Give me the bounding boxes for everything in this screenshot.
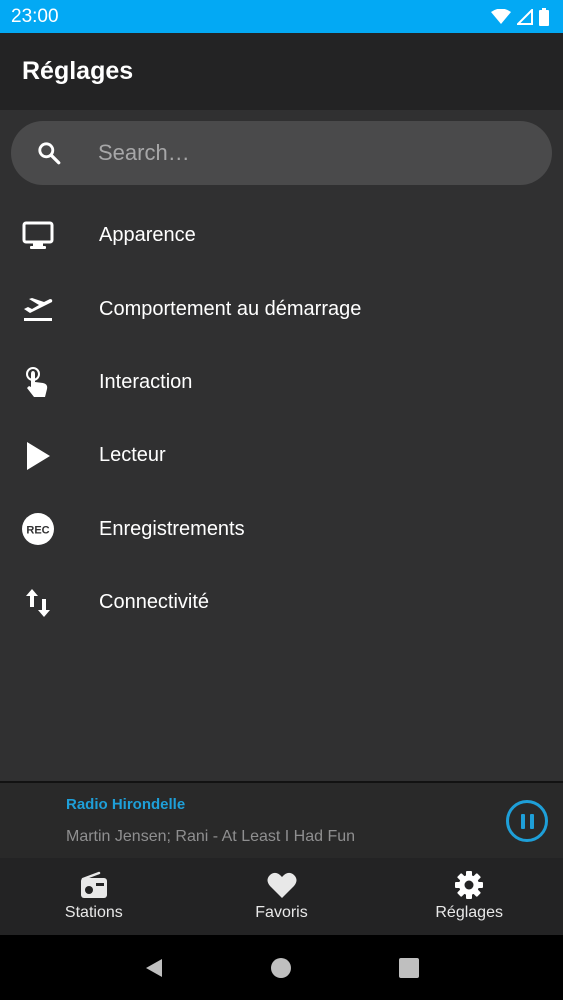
settings-menu: Apparence Comportement au démarrage Inte… (0, 199, 563, 639)
flight-takeoff-icon (24, 298, 53, 322)
recents-square-icon (399, 957, 420, 978)
menu-item-lecteur[interactable]: Lecteur (0, 419, 563, 492)
nav-item-favoris[interactable]: Favoris (188, 858, 376, 935)
nav-item-reglages[interactable]: Réglages (375, 858, 563, 935)
mini-player[interactable]: Radio Hirondelle Martin Jensen; Rani - A… (0, 783, 563, 858)
system-back-button[interactable] (134, 948, 174, 988)
touch-app-icon (26, 367, 48, 398)
menu-icon-wrap (0, 436, 76, 476)
app-bar: Réglages (0, 33, 563, 110)
menu-icon-wrap (0, 362, 76, 402)
station-name: Radio Hirondelle (66, 796, 186, 813)
menu-item-label: Comportement au démarrage (99, 297, 362, 320)
nav-label: Réglages (435, 904, 503, 921)
battery-icon (539, 7, 549, 26)
nav-label: Stations (64, 904, 123, 921)
system-nav (0, 935, 563, 1000)
status-icons (491, 7, 549, 26)
track-title: Martin Jensen; Rani - At Least I Had Fun (66, 828, 356, 845)
status-bar: 23:00 (0, 0, 563, 33)
signal-icon (517, 8, 533, 25)
menu-icon-wrap: REC (0, 509, 76, 549)
menu-item-enregistrements[interactable]: REC Enregistrements (0, 493, 563, 566)
system-recents-button[interactable] (389, 948, 429, 988)
svg-text:REC: REC (26, 525, 49, 537)
menu-item-label: Interaction (99, 370, 193, 393)
menu-item-label: Connectivité (99, 591, 210, 614)
menu-icon-wrap (0, 583, 76, 623)
menu-item-label: Lecteur (99, 444, 166, 467)
system-home-button[interactable] (261, 948, 301, 988)
menu-item-label: Enregistrements (99, 517, 245, 540)
back-triangle-icon (145, 958, 162, 977)
bottom-nav: Stations Favoris Réglages (0, 858, 563, 935)
search-icon (38, 142, 61, 165)
menu-item-connectivite[interactable]: Connectivité (0, 566, 563, 639)
pause-button[interactable] (506, 800, 548, 842)
nav-item-stations[interactable]: Stations (0, 858, 188, 935)
gear-icon (455, 871, 484, 899)
nav-label: Favoris (255, 904, 308, 921)
menu-item-demarrage[interactable]: Comportement au démarrage (0, 272, 563, 345)
page-title: Réglages (22, 57, 134, 85)
menu-icon-wrap (0, 216, 76, 256)
play-icon (27, 441, 50, 470)
swap-vertical-icon (26, 588, 50, 617)
heart-icon (267, 872, 296, 898)
radio-icon (80, 871, 107, 898)
status-time: 23:00 (11, 5, 59, 27)
menu-item-apparence[interactable]: Apparence (0, 199, 563, 272)
search-input[interactable] (98, 140, 498, 166)
search-icon-wrap (11, 140, 87, 166)
wifi-icon (491, 8, 511, 24)
record-icon: REC (22, 513, 54, 546)
menu-icon-wrap (0, 289, 76, 329)
search-bar[interactable] (11, 121, 552, 185)
monitor-icon (22, 221, 54, 249)
pause-icon (529, 813, 534, 829)
pause-icon (520, 813, 525, 829)
menu-item-label: Apparence (99, 224, 196, 247)
menu-item-interaction[interactable]: Interaction (0, 346, 563, 419)
home-circle-icon (271, 957, 292, 978)
